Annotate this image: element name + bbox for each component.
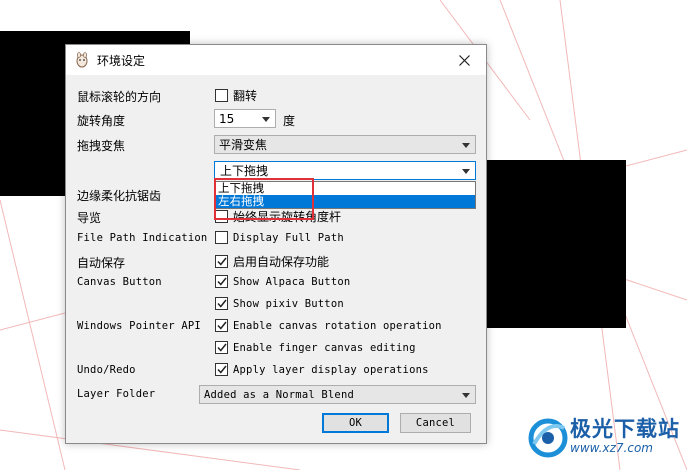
undo-redo-row: Apply layer display operations xyxy=(215,363,429,376)
pixiv-button-row: Show pixiv Button xyxy=(215,297,344,310)
rotation-angle-select[interactable]: 15 xyxy=(214,109,276,128)
pixiv-button-checkbox[interactable] xyxy=(215,297,228,310)
canvas-black-shape-right xyxy=(470,160,626,328)
canvas-rotation-checkbox[interactable] xyxy=(215,319,228,332)
layer-display-label: Apply layer display operations xyxy=(233,363,429,376)
aurora-logo-icon xyxy=(528,418,568,458)
drag-zoom-value: 平滑变焦 xyxy=(219,138,268,152)
rotation-angle-unit: 度 xyxy=(283,114,296,128)
label-windows-pointer: Windows Pointer API xyxy=(77,320,201,332)
label-file-path: File Path Indication xyxy=(77,232,208,244)
ok-button[interactable]: OK xyxy=(322,413,389,433)
full-path-label: Display Full Path xyxy=(233,231,344,244)
chevron-down-icon xyxy=(462,169,470,174)
drag-direction-select[interactable]: 上下拖拽 xyxy=(214,161,476,180)
alpaca-button-label: Show Alpaca Button xyxy=(233,275,351,288)
chevron-down-icon xyxy=(462,393,470,398)
checkmark-icon xyxy=(216,299,227,308)
checkmark-icon xyxy=(216,257,227,266)
navigator-option-label: 始终显示旋转角度杆 xyxy=(233,210,342,224)
dropdown-option-horizontal[interactable]: 左右拖拽 xyxy=(215,195,475,208)
navigator-row: 始终显示旋转角度杆 xyxy=(215,208,341,225)
checkmark-icon xyxy=(216,321,227,330)
autosave-row: 启用自动保存功能 xyxy=(215,253,329,270)
drag-zoom-select[interactable]: 平滑变焦 xyxy=(214,135,476,154)
alpaca-button-checkbox[interactable] xyxy=(215,275,228,288)
finger-editing-checkbox[interactable] xyxy=(215,341,228,354)
watermark-title: 极光下载站 xyxy=(570,417,680,441)
rotation-angle-value: 15 xyxy=(219,111,235,126)
layer-folder-value: Added as a Normal Blend xyxy=(204,388,354,401)
layer-display-checkbox[interactable] xyxy=(215,363,228,376)
pixiv-button-label: Show pixiv Button xyxy=(233,297,344,310)
environment-settings-dialog: 环境设定 鼠标滚轮的方向 翻转 旋转角度 15 度 拖拽变焦 平滑变焦 上下拖拽… xyxy=(65,44,487,444)
dialog-title: 环境设定 xyxy=(97,54,146,68)
chevron-down-icon xyxy=(262,117,270,122)
navigator-checkbox[interactable] xyxy=(215,210,228,223)
autosave-checkbox[interactable] xyxy=(215,255,228,268)
app-icon xyxy=(76,52,88,68)
close-icon xyxy=(458,54,470,66)
canvas-rotation-label: Enable canvas rotation operation xyxy=(233,319,442,332)
layer-folder-select[interactable]: Added as a Normal Blend xyxy=(199,385,476,404)
finger-editing-label: Enable finger canvas editing xyxy=(233,341,416,354)
drag-direction-value: 上下拖拽 xyxy=(220,164,269,178)
close-button[interactable] xyxy=(442,45,486,75)
label-wheel-direction: 鼠标滚轮的方向 xyxy=(77,90,162,104)
chevron-down-icon xyxy=(462,143,470,148)
label-undo-redo: Undo/Redo xyxy=(77,364,136,376)
checkmark-icon xyxy=(216,277,227,286)
wheel-flip-label: 翻转 xyxy=(233,89,258,103)
checkmark-icon xyxy=(216,343,227,352)
drag-direction-dropdown: 上下拖拽 左右拖拽 xyxy=(214,181,476,209)
label-rotation-angle: 旋转角度 xyxy=(77,114,126,128)
file-path-row: Display Full Path xyxy=(215,231,344,244)
watermark: 极光下载站 www.xz7.com xyxy=(524,410,684,466)
full-path-checkbox[interactable] xyxy=(215,231,228,244)
finger-editing-row: Enable finger canvas editing xyxy=(215,341,416,354)
wheel-direction-row: 翻转 xyxy=(215,87,257,104)
title-bar: 环境设定 xyxy=(66,45,486,75)
autosave-option-label: 启用自动保存功能 xyxy=(233,255,330,269)
alpaca-button-row: Show Alpaca Button xyxy=(215,275,350,288)
label-navigator: 导览 xyxy=(77,211,102,225)
checkmark-icon xyxy=(216,365,227,374)
watermark-url: www.xz7.com xyxy=(570,441,653,455)
label-layer-folder: Layer Folder xyxy=(77,388,156,400)
label-autosave: 自动保存 xyxy=(77,256,126,270)
cancel-button[interactable]: Cancel xyxy=(400,413,471,433)
canvas-rotation-row: Enable canvas rotation operation xyxy=(215,319,442,332)
label-edge-antialias: 边缘柔化抗锯齿 xyxy=(77,189,162,203)
label-drag-zoom: 拖拽变焦 xyxy=(77,139,126,153)
wheel-flip-checkbox[interactable] xyxy=(215,89,228,102)
label-canvas-button: Canvas Button xyxy=(77,276,162,288)
